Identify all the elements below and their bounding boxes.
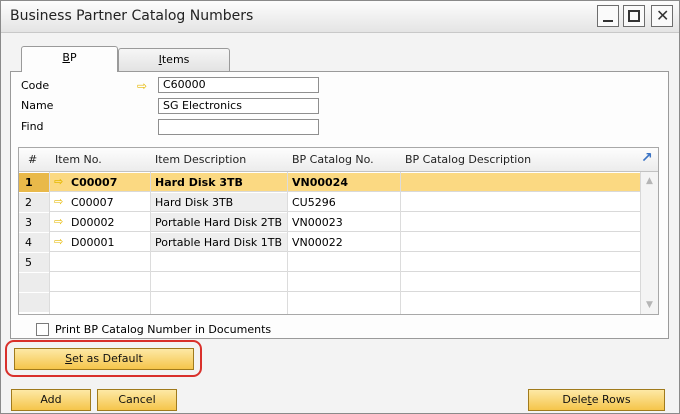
catalog-numbers-window: Business Partner Catalog Numbers ✕ BP It… <box>0 0 680 414</box>
bp-catalog-no-cell[interactable]: CU5296 <box>292 196 336 209</box>
item-description-cell[interactable]: Hard Disk 3TB <box>155 196 233 209</box>
scroll-down-icon[interactable]: ▼ <box>646 300 653 310</box>
delete-rows-button[interactable]: Delete Rows <box>528 389 665 411</box>
title-bar[interactable]: Business Partner Catalog Numbers ✕ <box>1 1 679 33</box>
find-label: Find <box>21 120 44 133</box>
name-field[interactable]: SG Electronics <box>158 98 319 114</box>
link-arrow-icon[interactable]: ⇨ <box>54 236 63 248</box>
table-row[interactable]: 1 ⇨ C00007 Hard Disk 3TB VN00024 <box>19 173 640 192</box>
row-header[interactable] <box>19 173 49 192</box>
grid-header: # Item No. Item Description BP Catalog N… <box>19 148 658 172</box>
column-divider <box>150 172 151 314</box>
item-no-cell[interactable]: C00007 <box>71 176 117 189</box>
bp-catalog-no-cell[interactable]: VN00024 <box>292 176 348 189</box>
column-header-bp-catalog-description[interactable]: BP Catalog Description <box>405 153 531 166</box>
column-header-rownum[interactable]: # <box>28 153 37 166</box>
close-button[interactable]: ✕ <box>651 5 673 27</box>
add-button[interactable]: Add <box>11 389 91 411</box>
row-number: 2 <box>25 196 32 209</box>
find-field[interactable] <box>158 119 319 135</box>
table-row[interactable]: 4 ⇨ D00001 Portable Hard Disk 1TB VN0002… <box>19 233 640 252</box>
link-arrow-icon[interactable]: ⇨ <box>54 216 63 228</box>
table-row-empty <box>19 293 640 312</box>
minimize-icon <box>603 20 613 22</box>
vertical-scrollbar[interactable]: ▲ ▼ <box>640 172 658 314</box>
tab-items[interactable]: Items <box>118 48 230 72</box>
code-field[interactable]: C60000 <box>158 77 319 93</box>
expand-icon[interactable]: ↗ <box>641 151 653 165</box>
link-arrow-icon[interactable]: ⇨ <box>137 80 147 92</box>
delete-rows-label-prefix: Dele <box>562 393 588 406</box>
tab-bp-label: P <box>69 51 77 64</box>
tab-items-label: tems <box>161 53 190 66</box>
column-header-bp-catalog-no[interactable]: BP Catalog No. <box>292 153 374 166</box>
table-row[interactable]: 3 ⇨ D00002 Portable Hard Disk 2TB VN0002… <box>19 213 640 232</box>
name-label: Name <box>21 99 54 112</box>
item-description-cell[interactable]: Hard Disk 3TB <box>155 176 243 189</box>
row-number: 5 <box>25 256 32 269</box>
link-arrow-icon[interactable]: ⇨ <box>54 176 63 188</box>
table-row[interactable]: 2 ⇨ C00007 Hard Disk 3TB CU5296 <box>19 193 640 212</box>
minimize-button[interactable] <box>597 5 619 27</box>
delete-rows-label-suffix: e Rows <box>591 393 631 406</box>
code-label: Code <box>21 79 50 92</box>
row-number: 1 <box>25 176 33 189</box>
maximize-button[interactable] <box>623 5 645 27</box>
column-header-item-description[interactable]: Item Description <box>155 153 246 166</box>
item-description-cell[interactable]: Portable Hard Disk 1TB <box>155 236 282 249</box>
row-header[interactable] <box>19 193 49 212</box>
tab-bp-mnemonic: B <box>62 51 70 64</box>
row-header[interactable] <box>19 233 49 252</box>
column-divider <box>287 172 288 314</box>
bp-catalog-no-cell[interactable]: VN00022 <box>292 236 343 249</box>
print-catalog-number-checkbox[interactable] <box>36 323 49 336</box>
row-header <box>19 273 49 292</box>
print-catalog-number-label[interactable]: Print BP Catalog Number in Documents <box>55 323 271 336</box>
window-title: Business Partner Catalog Numbers <box>10 8 254 24</box>
row-header <box>19 293 49 312</box>
catalog-numbers-grid: # Item No. Item Description BP Catalog N… <box>18 147 659 315</box>
bp-catalog-no-cell[interactable]: VN00023 <box>292 216 343 229</box>
set-as-default-label: et as Default <box>72 352 143 365</box>
item-no-cell[interactable]: D00001 <box>71 236 114 249</box>
cancel-button[interactable]: Cancel <box>97 389 177 411</box>
row-header[interactable] <box>19 253 49 272</box>
maximize-icon <box>628 10 640 22</box>
table-row-empty <box>19 273 640 292</box>
row-number: 3 <box>25 216 32 229</box>
table-row[interactable]: 5 <box>19 253 640 272</box>
column-divider <box>400 172 401 314</box>
set-as-default-button[interactable]: Set as Default <box>14 348 194 370</box>
scroll-up-icon[interactable]: ▲ <box>646 176 653 186</box>
column-divider <box>49 172 50 314</box>
column-header-item-no[interactable]: Item No. <box>55 153 102 166</box>
link-arrow-icon[interactable]: ⇨ <box>54 196 63 208</box>
item-description-cell[interactable]: Portable Hard Disk 2TB <box>155 216 282 229</box>
close-icon: ✕ <box>656 6 670 25</box>
item-no-cell[interactable]: D00002 <box>71 216 114 229</box>
tab-bp[interactable]: BP <box>21 46 118 72</box>
row-header[interactable] <box>19 213 49 232</box>
item-no-cell[interactable]: C00007 <box>71 196 114 209</box>
row-number: 4 <box>25 236 32 249</box>
